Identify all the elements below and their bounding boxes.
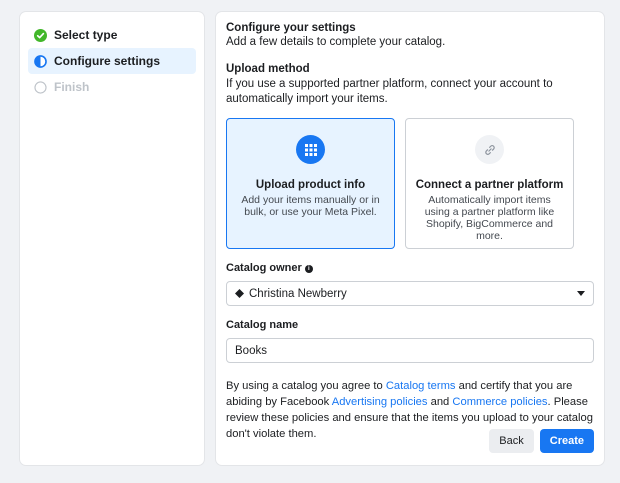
info-icon[interactable]: i — [304, 264, 313, 273]
step-finish: Finish — [28, 74, 196, 100]
step-configure-settings[interactable]: Configure settings — [28, 48, 196, 74]
catalog-terms-link[interactable]: Catalog terms — [386, 380, 456, 392]
connect-partner-platform-option[interactable]: Connect a partner platform Automatically… — [405, 118, 574, 249]
catalog-name-input[interactable] — [226, 338, 594, 363]
step-label: Select type — [54, 28, 118, 42]
step-label: Configure settings — [54, 54, 161, 68]
step-label: Finish — [54, 80, 90, 94]
catalog-owner-select[interactable]: Christina Newberry — [226, 281, 594, 306]
page-title: Configure your settings — [226, 22, 356, 34]
steps-panel: Select type Configure settings Finish — [20, 12, 204, 465]
create-button[interactable]: Create — [539, 429, 594, 453]
step-select-type[interactable]: Select type — [28, 22, 196, 48]
back-button[interactable]: Back — [489, 429, 534, 453]
option-description: Add your items manually or in bulk, or u… — [241, 194, 380, 218]
check-circle-icon — [34, 28, 47, 42]
catalog-owner-label: Catalog owner i — [226, 262, 594, 275]
business-diamond-icon — [235, 289, 244, 298]
upload-method-label: Upload method — [226, 63, 310, 75]
option-title: Upload product info — [255, 179, 366, 191]
upload-product-info-option[interactable]: Upload product info Add your items manua… — [226, 118, 395, 249]
advertising-policies-link[interactable]: Advertising policies — [332, 396, 428, 408]
half-circle-icon — [34, 54, 47, 68]
grid-icon — [296, 135, 325, 164]
option-title: Connect a partner platform — [415, 179, 564, 191]
page-subtitle: Add a few details to complete your catal… — [226, 36, 446, 48]
settings-panel: Configure your settings Add a few detail… — [216, 12, 604, 465]
catalog-name-label: Catalog name — [226, 319, 299, 331]
commerce-policies-link[interactable]: Commerce policies — [452, 396, 547, 408]
action-buttons: Back Create — [489, 429, 594, 453]
upload-method-options: Upload product info Add your items manua… — [226, 118, 594, 249]
option-description: Automatically import items using a partn… — [424, 194, 555, 242]
link-icon — [475, 135, 504, 164]
catalog-owner-value: Christina Newberry — [249, 287, 347, 300]
empty-circle-icon — [34, 80, 47, 94]
chevron-down-icon — [577, 291, 585, 296]
upload-method-description: If you use a supported partner platform,… — [226, 78, 553, 105]
